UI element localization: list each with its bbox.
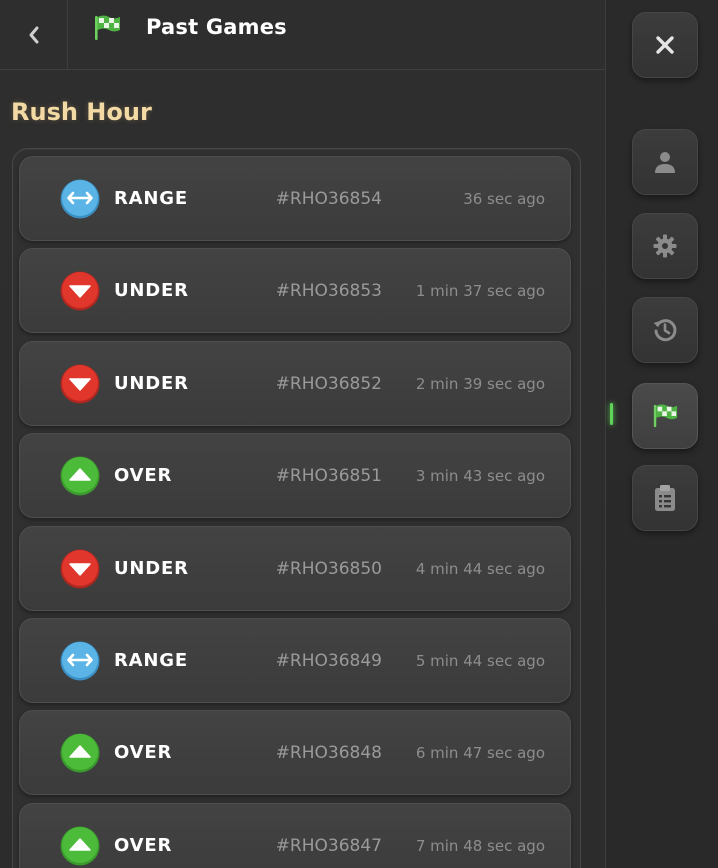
settings-button[interactable] xyxy=(632,213,698,279)
game-time: 1 min 37 sec ago xyxy=(415,282,545,301)
game-id: #RHO36853 xyxy=(275,281,382,302)
range-arrows-icon xyxy=(60,179,100,219)
game-result-type: OVER xyxy=(114,834,173,856)
game-time: 4 min 44 sec ago xyxy=(415,559,545,578)
close-button[interactable] xyxy=(632,12,698,78)
game-result-type: RANGE xyxy=(114,188,188,209)
game-time: 7 min 48 sec ago xyxy=(415,836,545,855)
game-row[interactable]: OVER #RHO36851 3 min 43 sec ago xyxy=(19,433,571,519)
chevron-left-icon xyxy=(29,26,38,43)
game-id: #RHO36848 xyxy=(275,743,382,764)
game-row[interactable]: UNDER #RHO36853 1 min 37 sec ago xyxy=(19,248,571,334)
page-title: Past Games xyxy=(146,15,287,39)
right-sidebar xyxy=(606,0,718,868)
game-result-type: UNDER xyxy=(114,280,189,302)
game-row[interactable]: UNDER #RHO36852 2 min 39 sec ago xyxy=(19,340,571,426)
game-row[interactable]: OVER #RHO36848 6 min 47 sec ago xyxy=(19,710,571,796)
game-row[interactable]: RANGE #RHO36849 5 min 44 sec ago xyxy=(19,618,571,703)
game-id: #RHO36847 xyxy=(275,835,382,856)
game-row[interactable]: RANGE #RHO36854 36 sec ago xyxy=(19,156,571,241)
game-row[interactable]: UNDER #RHO36850 4 min 44 sec ago xyxy=(19,525,571,611)
game-result-type: OVER xyxy=(114,742,173,764)
gear-icon xyxy=(653,234,677,258)
game-result-type: OVER xyxy=(114,465,173,487)
checkered-flag-icon xyxy=(653,404,678,428)
down-triangle-icon xyxy=(60,364,100,404)
game-id: #RHO36851 xyxy=(275,466,382,487)
up-triangle-icon xyxy=(60,733,100,773)
game-id: #RHO36849 xyxy=(275,651,382,671)
down-triangle-icon xyxy=(60,271,100,311)
game-id: #RHO36852 xyxy=(275,373,382,394)
clipboard-icon xyxy=(655,485,675,511)
back-button[interactable] xyxy=(0,0,68,69)
game-result-type: UNDER xyxy=(114,372,189,394)
checkered-flag-icon xyxy=(95,15,120,40)
history-icon xyxy=(653,319,677,342)
game-time: 6 min 47 sec ago xyxy=(415,744,545,763)
game-time: 36 sec ago xyxy=(463,190,545,208)
past-games-panel: Past Games Rush Hour RANGE #RHO36854 36 se… xyxy=(0,0,606,868)
up-triangle-icon xyxy=(60,456,100,496)
up-triangle-icon xyxy=(60,826,100,866)
history-button[interactable] xyxy=(632,297,698,363)
game-result-type: UNDER xyxy=(114,557,189,579)
profile-button[interactable] xyxy=(632,129,698,195)
game-time: 3 min 43 sec ago xyxy=(415,467,545,486)
rules-button[interactable] xyxy=(632,465,698,531)
game-time: 5 min 44 sec ago xyxy=(415,652,545,670)
game-result-type: RANGE xyxy=(114,650,188,671)
game-id: #RHO36854 xyxy=(275,189,382,209)
game-id: #RHO36850 xyxy=(275,558,382,579)
range-arrows-icon xyxy=(60,641,100,681)
panel-header: Past Games xyxy=(0,0,605,70)
down-triangle-icon xyxy=(60,549,100,589)
section-title: Rush Hour xyxy=(11,98,152,126)
app-root: Past Games Rush Hour RANGE #RHO36854 36 se… xyxy=(0,0,718,868)
active-tab-indicator xyxy=(610,403,613,425)
past-games-button[interactable] xyxy=(632,383,698,449)
user-icon xyxy=(655,152,675,173)
game-row[interactable]: OVER #RHO36847 7 min 48 sec ago xyxy=(19,802,571,868)
close-icon xyxy=(656,36,674,54)
game-time: 2 min 39 sec ago xyxy=(415,374,545,393)
